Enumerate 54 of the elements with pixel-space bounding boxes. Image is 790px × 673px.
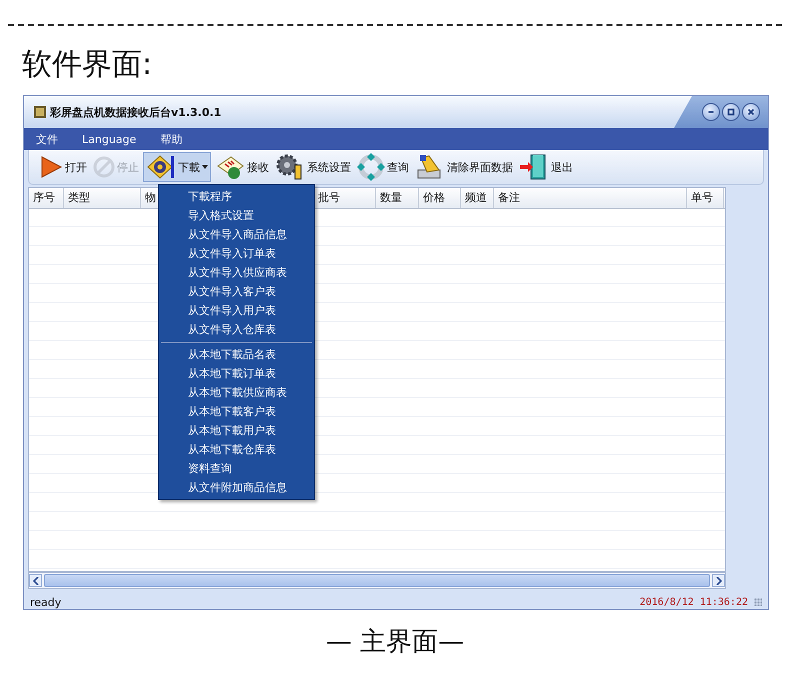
menu-option[interactable]: 导入格式设置	[159, 206, 314, 225]
play-icon	[39, 155, 63, 179]
maximize-icon[interactable]	[726, 107, 736, 117]
menu-option[interactable]: 从文件导入商品信息	[159, 225, 314, 244]
no-entry-icon	[93, 156, 115, 178]
column-header[interactable]: 类型	[64, 188, 141, 208]
section-heading: 软件界面:	[22, 46, 154, 84]
toolbar-button[interactable]: 查询	[355, 152, 411, 182]
maximize-button[interactable]	[722, 103, 740, 121]
menu-option[interactable]: 下載程序	[159, 187, 314, 206]
menu-option[interactable]: 从本地下載品名表	[159, 345, 314, 364]
menu-option[interactable]: 从文件导入仓库表	[159, 320, 314, 339]
toolbar-button[interactable]: 接收	[213, 152, 271, 182]
scroll-left-button[interactable]	[29, 574, 42, 587]
menu-option[interactable]: 从本地下載订单表	[159, 364, 314, 383]
scroll-thumb[interactable]	[44, 574, 710, 587]
diamond-ring-icon	[357, 153, 385, 181]
close-icon[interactable]	[746, 107, 756, 117]
toolbar-button[interactable]: 退出	[517, 152, 575, 182]
column-header[interactable]: 数量	[376, 188, 419, 208]
window-title: 彩屏盘点机数据接收后台v1.3.0.1	[50, 104, 222, 120]
column-header[interactable]: 序号	[29, 188, 64, 208]
caret-icon[interactable]	[202, 165, 208, 169]
menu-option[interactable]: 从文件导入客户表	[159, 282, 314, 301]
status-timestamp: 2016/8/12 11:36:22	[640, 596, 748, 608]
figure-caption: — 主界面—	[324, 626, 466, 659]
toolbar-button[interactable]: 清除界面数据	[413, 152, 515, 182]
scroll-right-button[interactable]	[712, 574, 725, 587]
column-header[interactable]: 价格	[419, 188, 461, 208]
menu-option[interactable]: 从文件附加商品信息	[159, 478, 314, 497]
column-header[interactable]: 单号	[687, 188, 724, 208]
column-header[interactable]: 频道	[461, 188, 494, 208]
close-button[interactable]	[742, 103, 760, 121]
menu-option[interactable]: 从文件导入订单表	[159, 244, 314, 263]
resize-grip-icon[interactable]	[754, 598, 762, 606]
column-header[interactable]: 备注	[494, 188, 687, 208]
menu-option[interactable]: 从文件导入用户表	[159, 301, 314, 320]
horizontal-scrollbar[interactable]	[28, 572, 726, 589]
toolbar-button[interactable]: 系统设置	[273, 152, 353, 182]
menu-option[interactable]: 从本地下載供应商表	[159, 383, 314, 402]
menu-item[interactable]: 帮助	[156, 132, 186, 146]
menu-option[interactable]: 从文件导入供应商表	[159, 263, 314, 282]
menu-item[interactable]: Language	[78, 132, 140, 146]
status-message: ready	[30, 596, 62, 608]
menu-option[interactable]: 资料查询	[159, 459, 314, 478]
menu-option[interactable]: 从本地下載客户表	[159, 402, 314, 421]
menu-option[interactable]: 从本地下載仓库表	[159, 440, 314, 459]
minimize-button[interactable]	[702, 103, 720, 121]
toolbar-button[interactable]: 下載	[143, 152, 211, 182]
document-icon	[215, 154, 245, 180]
app-icon	[34, 106, 46, 118]
toolbar-button[interactable]: 打开	[37, 152, 89, 182]
menu-item[interactable]: 文件	[32, 132, 62, 146]
menu-option[interactable]: 从本地下載用户表	[159, 421, 314, 440]
